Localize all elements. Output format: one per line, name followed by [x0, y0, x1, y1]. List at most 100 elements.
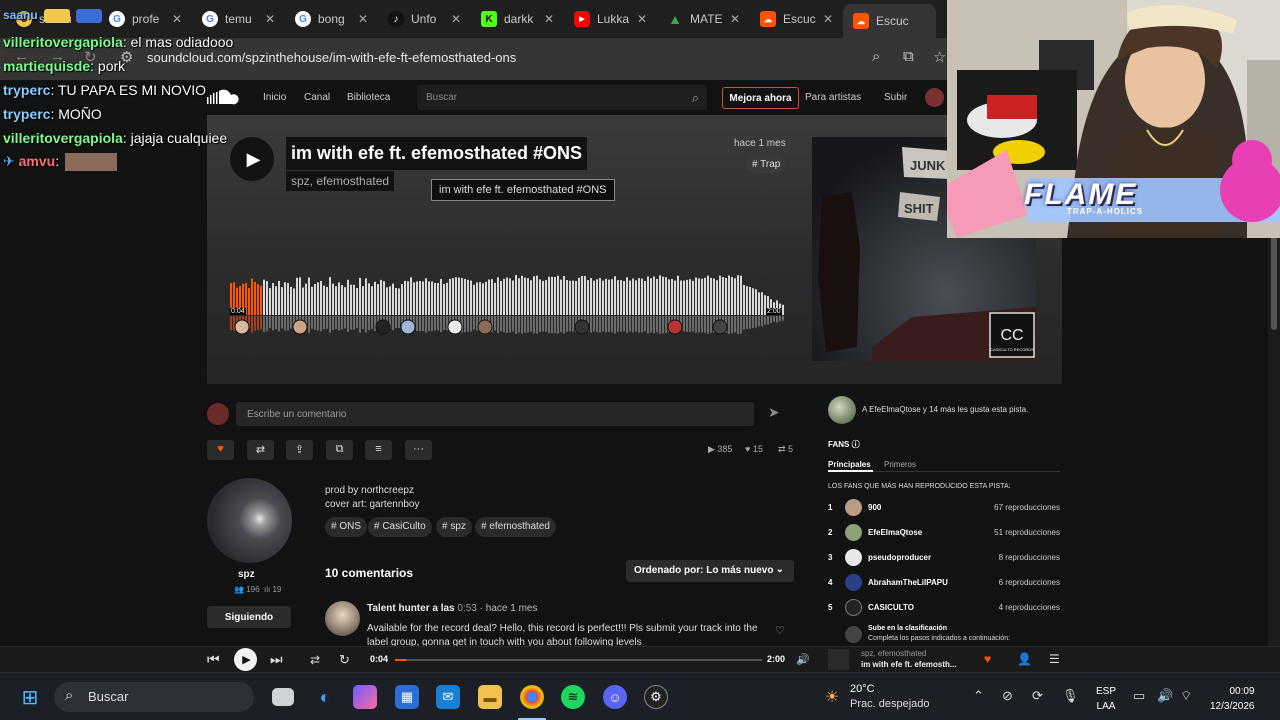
- comment-marker-avatar[interactable]: [234, 319, 250, 335]
- microphone-icon[interactable]: 🎙: [1062, 688, 1079, 704]
- uploader-avatar[interactable]: [207, 478, 292, 563]
- display-icon[interactable]: ▭: [1133, 688, 1145, 704]
- previous-icon[interactable]: ⏮: [207, 651, 220, 668]
- discord-icon[interactable]: ☺: [603, 685, 627, 709]
- chevron-up-icon[interactable]: ⌃: [973, 688, 984, 704]
- comment-avatar[interactable]: [325, 601, 360, 636]
- close-icon[interactable]: ✕: [637, 12, 647, 26]
- comment-marker-avatar[interactable]: [292, 319, 308, 335]
- repeat-icon[interactable]: ↻: [339, 652, 350, 668]
- fan-row[interactable]: 2 EfeElmaQtose 51 reproducciones: [828, 524, 1060, 542]
- tag[interactable]: # spz: [436, 517, 472, 537]
- store-icon[interactable]: ▦: [395, 685, 419, 709]
- comment-marker-avatar[interactable]: [574, 319, 590, 335]
- player-title[interactable]: im with efe ft. efemosth...: [861, 660, 957, 669]
- tag[interactable]: # CasiCulto: [368, 517, 432, 537]
- player-play-button[interactable]: ▶: [234, 648, 257, 671]
- tag[interactable]: # ONS: [325, 517, 368, 537]
- comment-timestamp[interactable]: 0:53: [457, 603, 476, 614]
- likers-avatar[interactable]: [828, 396, 856, 424]
- fan-row[interactable]: 3 pseudoproducer 8 reproducciones: [828, 549, 1060, 567]
- volume-icon[interactable]: 🔊: [796, 653, 810, 666]
- browser-tab[interactable]: ▶ Lukka ✕: [564, 4, 657, 34]
- upgrade-button[interactable]: Mejora ahora: [722, 87, 799, 109]
- language-indicator[interactable]: ESP LAA: [1096, 684, 1116, 714]
- sync-icon[interactable]: ⟳: [1032, 688, 1043, 704]
- track-artist[interactable]: spz, efemosthated: [286, 171, 395, 191]
- likes-count[interactable]: ♥ 15: [745, 444, 763, 454]
- player-like-icon[interactable]: ♥: [984, 652, 991, 666]
- comment-input[interactable]: Escribe un comentario: [236, 402, 754, 426]
- search-input[interactable]: Buscar ⌕: [417, 85, 707, 110]
- close-icon[interactable]: ✕: [358, 12, 368, 26]
- copilot-icon[interactable]: [353, 685, 377, 709]
- close-icon[interactable]: ✕: [544, 12, 554, 26]
- progress-track[interactable]: [395, 659, 762, 661]
- weather-desc[interactable]: Prac. despejado: [850, 698, 930, 710]
- player-track-thumb[interactable]: [828, 649, 849, 670]
- follow-icon[interactable]: 👤: [1017, 652, 1032, 666]
- sort-dropdown[interactable]: Ordenado por: Lo más nuevo ⌄: [626, 560, 794, 582]
- comment-marker-avatar[interactable]: [400, 319, 416, 335]
- copy-link-button[interactable]: ⧉: [326, 440, 353, 460]
- likers-text[interactable]: A EfeElmaQtose y 14 más les gusta esta p…: [862, 405, 1028, 414]
- shuffle-icon[interactable]: ⇄: [310, 653, 320, 667]
- following-button[interactable]: Siguiendo: [207, 606, 291, 628]
- genre-tag[interactable]: # Trap: [747, 156, 786, 173]
- comment-like-icon[interactable]: ♡: [775, 624, 785, 637]
- fan-row[interactable]: 4 AbrahamTheLilPAPU 6 reproducciones: [828, 574, 1060, 592]
- close-icon[interactable]: ✕: [451, 12, 461, 26]
- nav-feed[interactable]: Canal: [304, 92, 330, 103]
- add-to-playlist-button[interactable]: ≡: [365, 440, 392, 460]
- fan-name[interactable]: pseudoproducer: [868, 553, 931, 562]
- fan-name[interactable]: AbrahamTheLilPAPU: [868, 578, 948, 587]
- comment-marker-avatar[interactable]: [667, 319, 683, 335]
- tab-first-fans[interactable]: Primeros: [884, 460, 916, 469]
- browser-tab[interactable]: ☁ Escuc ✕: [750, 4, 843, 34]
- comment-marker-avatar[interactable]: [375, 319, 391, 335]
- system-clock[interactable]: 00:09 12/3/2026: [1210, 684, 1255, 714]
- for-artists-link[interactable]: Para artistas: [805, 92, 861, 103]
- browser-tab[interactable]: Kdarkk ✕: [471, 4, 564, 34]
- browser-tab[interactable]: ♪ Unfo ✕: [378, 4, 471, 34]
- taskbar-search[interactable]: ⌕ Buscar: [54, 682, 254, 712]
- upload-link[interactable]: Subir: [884, 92, 907, 103]
- spotify-icon[interactable]: ≋: [561, 685, 585, 709]
- fan-name[interactable]: CASICULTO: [868, 603, 914, 612]
- send-icon[interactable]: ➤: [768, 404, 780, 421]
- search-icon[interactable]: ⌕: [692, 90, 699, 106]
- network-off-icon[interactable]: ⊘: [1002, 688, 1013, 704]
- more-button[interactable]: ···: [405, 440, 432, 460]
- edge-icon[interactable]: ◐: [313, 685, 337, 709]
- tag[interactable]: # efemosthated: [475, 517, 556, 537]
- tab-top-fans[interactable]: Principales: [828, 460, 871, 469]
- windows-start-icon[interactable]: ⊞: [18, 685, 42, 709]
- repost-button[interactable]: ⇄: [247, 440, 274, 460]
- outlook-icon[interactable]: ✉: [436, 685, 460, 709]
- weather-temp[interactable]: 20°C: [850, 683, 875, 695]
- comment-marker-avatar[interactable]: [477, 319, 493, 335]
- weather-icon[interactable]: ☀: [820, 685, 844, 709]
- close-icon[interactable]: ✕: [823, 12, 833, 26]
- comment-marker-avatar[interactable]: [712, 319, 728, 335]
- fan-name[interactable]: EfeElmaQtose: [868, 528, 922, 537]
- like-button[interactable]: ♥: [207, 440, 234, 460]
- zoom-icon[interactable]: ⌕: [872, 48, 880, 65]
- waveform[interactable]: [230, 265, 785, 343]
- wifi-icon[interactable]: ⌔: [1180, 688, 1192, 704]
- fan-row[interactable]: 1 900 67 reproducciones: [828, 499, 1060, 517]
- avatar[interactable]: [925, 88, 944, 107]
- cast-icon[interactable]: ⧉: [903, 48, 914, 65]
- close-icon[interactable]: ✕: [730, 12, 740, 26]
- uploader-name[interactable]: spz: [238, 569, 255, 580]
- fan-row[interactable]: 5 CASICULTO 4 reproducciones: [828, 599, 1060, 617]
- task-view-icon[interactable]: [272, 688, 294, 706]
- chrome-icon[interactable]: [520, 685, 544, 709]
- comment-marker-avatar[interactable]: [447, 319, 463, 335]
- fan-name[interactable]: 900: [868, 503, 881, 512]
- browser-tab[interactable]: Gbong ✕: [285, 4, 378, 34]
- info-icon[interactable]: ⓘ: [852, 440, 860, 449]
- reposts-count[interactable]: ⇄ 5: [778, 444, 793, 455]
- steam-icon[interactable]: ⚙: [644, 685, 668, 709]
- star-icon[interactable]: ☆: [933, 48, 946, 66]
